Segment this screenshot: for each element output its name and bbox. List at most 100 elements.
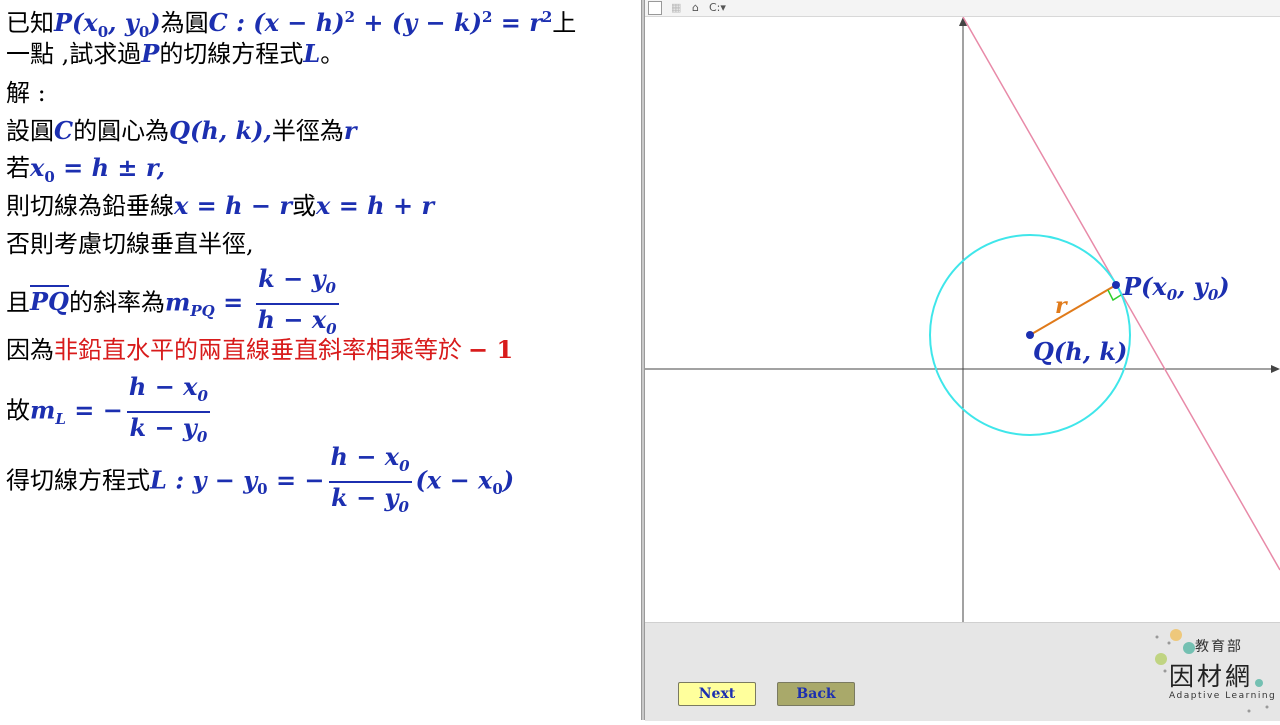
point-q-label: Q(h, k) <box>1033 337 1127 366</box>
math-sup: 2 <box>344 8 356 26</box>
slope-fraction: k − y0 h − x0 <box>255 264 339 344</box>
point-p-label-sub: 0 <box>1167 286 1178 304</box>
text: 故 <box>6 396 30 425</box>
text: 且 <box>6 288 30 317</box>
next-button[interactable]: Next <box>678 682 756 706</box>
math: Q(h, k), <box>169 116 272 145</box>
solution-line-11: 得切線方程式L : y − y0 = − h − x0 k − y0 (x − x0) <box>6 442 514 522</box>
math: : y − y <box>166 465 258 495</box>
text: 的切線方程式 <box>159 40 304 68</box>
point-p-label-part: P(x <box>1122 272 1167 301</box>
grid-icon[interactable]: ▦ <box>671 1 681 15</box>
adaptive-learning-logo: 教育部 因材網 Adaptive Learning <box>1145 623 1280 721</box>
radius-segment <box>1029 284 1117 336</box>
solution-line-9: 因為非鉛直水平的兩直線垂直斜率相乘等於 − 1 <box>6 335 513 365</box>
math: = − <box>267 465 325 495</box>
logo-main-text: 因材網 <box>1169 662 1254 691</box>
radius-label: r <box>1055 293 1068 319</box>
denominator: k − y <box>331 482 399 512</box>
text: 。 <box>320 40 345 68</box>
navigation-bar: Next Back 教育部 因材網 Adaptive Learning <box>645 622 1280 721</box>
math: = r <box>492 8 542 37</box>
logo-ministry-text: 教育部 <box>1195 639 1243 655</box>
math: P(x <box>54 8 98 37</box>
highlighted-math: − 1 <box>468 335 514 364</box>
numerator: k − y <box>258 264 326 293</box>
redo-icon[interactable]: C:▾ <box>709 1 726 15</box>
solution-line-10: 故mL = − h − x0 k − y0 <box>6 372 214 452</box>
math: L <box>303 39 321 68</box>
solution-line-4: 設圓C的圓心為Q(h, k),半徑為r <box>6 116 357 146</box>
text: 設圓 <box>6 117 54 145</box>
point-p-label-part: ) <box>1217 272 1229 301</box>
solution-heading: 解 : <box>6 78 46 108</box>
math: x = h + r <box>316 191 435 220</box>
point-p-label-sub: 0 <box>1208 286 1219 304</box>
math-sup: 2 <box>481 8 493 26</box>
graphing-canvas[interactable]: r Q(h, k) P(x0, y0) <box>645 17 1280 622</box>
math: x <box>30 153 45 182</box>
math: P <box>141 39 160 68</box>
text: 則切線為鉛垂線 <box>6 192 174 220</box>
text: 的圓心為 <box>73 117 170 145</box>
text: 為圓 <box>160 9 209 37</box>
math-sub: 0 <box>492 480 503 499</box>
numerator: h − x <box>330 442 400 471</box>
home-icon[interactable]: ⌂ <box>692 1 699 15</box>
geometry-panel: ▦ ⌂ C:▾ r Q(h, k) P(x0, y0) Next Back 教育… <box>645 0 1280 721</box>
solution-line-8: 且PQ的斜率為mPQ = k − y0 h − x0 <box>6 264 343 344</box>
problem-line-2: 一點 ,試求過P的切線方程式L。 <box>6 39 344 69</box>
math: x = h − r <box>174 191 293 220</box>
math-sub: 0 <box>325 278 336 297</box>
math: (x − x <box>415 465 493 495</box>
math: = − <box>65 395 123 425</box>
math-sub: 0 <box>44 167 55 186</box>
math: = <box>214 287 252 317</box>
x-axis-arrow <box>1271 365 1280 373</box>
text: 已知 <box>6 9 54 37</box>
text: 否則考慮切線垂直半徑, <box>6 230 254 258</box>
logo-sub-text: Adaptive Learning <box>1169 691 1277 701</box>
math: L <box>150 465 167 495</box>
text: 或 <box>292 192 317 220</box>
denominator: k − y <box>129 412 197 442</box>
text: 得切線方程式 <box>6 466 150 495</box>
text: 上 <box>552 9 577 37</box>
text: 若 <box>6 154 30 182</box>
page-icon[interactable] <box>648 1 662 15</box>
point-p-label: P(x0, y0) <box>1122 272 1230 304</box>
math: m <box>164 287 191 317</box>
math-sub: 0 <box>257 480 268 499</box>
math-sub: PQ <box>190 302 215 321</box>
math: = h ± r, <box>54 153 166 182</box>
numerator: h − x <box>128 372 198 401</box>
math-sub: 0 <box>398 497 409 516</box>
redo-label: C: <box>709 1 721 14</box>
math: ) <box>149 8 161 37</box>
tangent-fraction: h − x0 k − y0 <box>328 442 412 522</box>
slope-fraction: h − x0 k − y0 <box>126 372 210 452</box>
math: C : (x − h) <box>208 8 345 37</box>
highlighted-text: 非鉛直水平的兩直線垂直斜率相乘等於 <box>54 336 462 364</box>
solution-line-5: 若x0 = h ± r, <box>6 153 165 192</box>
tangent-point-p[interactable] <box>1112 281 1120 289</box>
text: 解 : <box>6 79 46 107</box>
math-sub: 0 <box>399 456 410 475</box>
explanation-panel: 已知P(x0, y0)為圓C : (x − h)2 + (y − k)2 = r… <box>0 0 641 720</box>
math: ) <box>502 465 515 495</box>
denominator: h − x <box>257 304 327 334</box>
graphics-toolbar: ▦ ⌂ C:▾ <box>645 0 1280 17</box>
math: + (y − k) <box>355 8 482 37</box>
text: 的斜率為 <box>68 288 165 317</box>
math-sup: 2 <box>541 8 553 26</box>
solution-line-7: 否則考慮切線垂直半徑, <box>6 229 254 259</box>
math: r <box>343 116 357 145</box>
text: 因為 <box>6 336 54 364</box>
back-button[interactable]: Back <box>777 682 855 706</box>
math: m <box>30 395 56 425</box>
solution-line-6: 則切線為鉛垂線x = h − r或x = h + r <box>6 191 434 221</box>
text: 半徑為 <box>271 117 344 145</box>
math: C <box>54 116 74 145</box>
line-pq-notation: PQ <box>30 285 69 317</box>
math: , y <box>108 8 139 37</box>
